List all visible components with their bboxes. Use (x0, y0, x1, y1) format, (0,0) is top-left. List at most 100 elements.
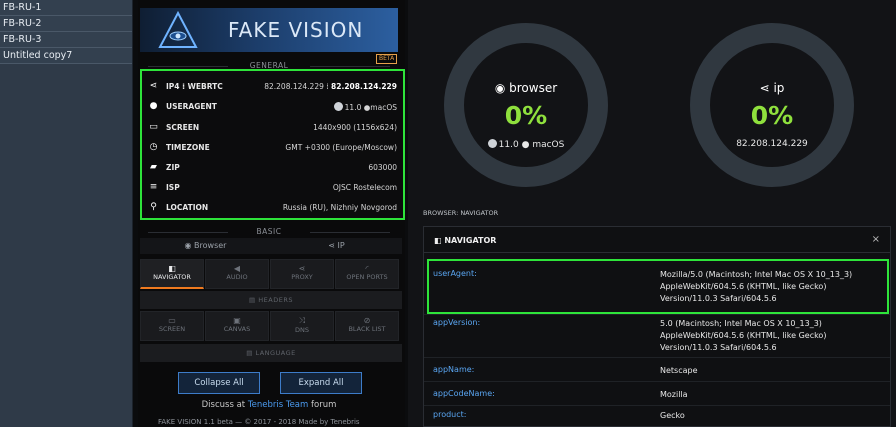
pin-icon: ⚲ (150, 202, 157, 212)
language-bar[interactable]: ▤ LANGUAGE (140, 344, 402, 362)
row-label: LOCATION (166, 203, 209, 212)
prop-value: Mozilla/5.0 (Macintosh; Intel Mac OS X 1… (660, 270, 853, 303)
info-panel: FAKE VISION BETA GENERAL ⋖ IP4 ⁞ WEBRTC … (138, 0, 405, 427)
safari-icon (487, 139, 497, 148)
truck-icon: ▰ (150, 162, 157, 172)
basic-section-title: BASIC (138, 227, 400, 236)
navigator-title: ◧ NAVIGATOR (434, 236, 497, 245)
ring-title: ⋖ ip (759, 81, 785, 95)
profile-item[interactable]: Untitled copy7 (0, 48, 132, 64)
share-icon: ⋖ (298, 264, 306, 273)
screen-icon: ▭ (149, 122, 158, 132)
browser-score-ring: ◉ browser 0% 11.0 ● macOS (444, 23, 608, 187)
collapse-all-button[interactable]: Collapse All (178, 372, 260, 394)
prop-key: product: (433, 410, 467, 419)
forum-link[interactable]: Tenebris Team (248, 400, 308, 410)
prop-value: 5.0 (Macintosh; Intel Mac OS X 10_13_3) … (660, 319, 827, 352)
language-icon: ▤ (246, 349, 253, 357)
row-value: OJSC Rostelecom (332, 183, 397, 192)
browser-details: 11.0 ● macOS (464, 139, 588, 150)
share-icon: ⋖ (759, 81, 770, 95)
discuss-text: Discuss at Tenebris Team forum (201, 400, 337, 410)
basic-tabs: ◉ Browser ⋖ IP (140, 238, 402, 254)
tab-navigator[interactable]: ◧ NAVIGATOR (140, 259, 204, 289)
prop-key: appVersion: (433, 318, 481, 327)
user-icon: ● (149, 101, 158, 111)
profile-item[interactable]: FB-RU-1 (0, 0, 132, 16)
general-info-box: ⋖ IP4 ⁞ WEBRTC 82.208.124.229 ⁞ 82.208.1… (140, 69, 405, 220)
row-label: USERAGENT (166, 102, 217, 111)
globe-icon: ◉ (184, 241, 192, 250)
row-label: ZIP (166, 163, 180, 172)
location-row: ⚲ LOCATION Russia (RU), Nizhniy Novgorod (142, 196, 403, 216)
close-icon[interactable]: × (872, 234, 880, 245)
navigator-panel: ◧ NAVIGATOR × userAgent: Mozilla/5.0 (Ma… (423, 226, 891, 427)
divider (424, 314, 890, 315)
ban-icon: ⊘ (363, 316, 371, 325)
row-value: 1440x900 (1156x624) (313, 123, 397, 132)
row-label: ISP (166, 183, 180, 192)
tab-open-ports[interactable]: ◜ OPEN PORTS (335, 259, 399, 289)
browser-percent: 0% (504, 101, 548, 130)
tab-black-list[interactable]: ⊘ BLACK LIST (335, 311, 399, 341)
row-label: TIMEZONE (166, 143, 210, 152)
tab-ip[interactable]: ⋖ IP (271, 238, 402, 254)
prop-key: appName: (433, 365, 475, 374)
share-icon: ⋖ (149, 81, 158, 91)
footer-text: FAKE VISION 1.1 beta — © 2017 - 2018 Mad… (158, 418, 360, 426)
safari-icon (333, 102, 343, 111)
row-value: 82.208.124.229 ⁞ 82.208.124.229 (264, 82, 397, 91)
rss-icon: ◜ (365, 264, 369, 273)
row-value: GMT +0300 (Europe/Moscow) (285, 143, 397, 152)
timezone-row: ◷ TIMEZONE GMT +0300 (Europe/Moscow) (142, 136, 403, 156)
app-root: FB-RU-1 FB-RU-2 FB-RU-3 Untitled copy7 F… (0, 0, 896, 427)
screen-icon: ▭ (168, 316, 176, 325)
profile-list: FB-RU-1 FB-RU-2 FB-RU-3 Untitled copy7 (0, 0, 133, 427)
tab-browser[interactable]: ◉ Browser (140, 238, 271, 254)
divider (424, 381, 890, 382)
zip-row: ▰ ZIP 603000 (142, 156, 403, 176)
ip-percent: 0% (750, 101, 794, 130)
profile-item[interactable]: FB-RU-2 (0, 16, 132, 32)
eye-triangle-logo-icon (158, 11, 198, 48)
ip-score-ring: ⋖ ip 0% 82.208.124.229 (690, 23, 854, 187)
globe-icon: ◉ (494, 81, 506, 95)
profile-item[interactable]: FB-RU-3 (0, 32, 132, 48)
image-icon: ▣ (233, 316, 241, 325)
speaker-icon: ◀ (233, 264, 241, 273)
section-label: BROWSER: NAVIGATOR (423, 209, 499, 217)
logo-banner: FAKE VISION (140, 8, 398, 52)
ring-title: ◉ browser (494, 81, 558, 95)
row-label: SCREEN (166, 123, 200, 132)
tab-dns[interactable]: ⤨ DNS (270, 311, 334, 341)
row-label: IP4 ⁞ WEBRTC (166, 82, 223, 91)
tab-audio[interactable]: ◀ AUDIO (205, 259, 269, 289)
prop-key: appCodeName: (433, 389, 495, 398)
navigator-header: ◧ NAVIGATOR × (424, 227, 890, 253)
tab-canvas[interactable]: ▣ CANVAS (205, 311, 269, 341)
tab-screen[interactable]: ▭ SCREEN (140, 311, 204, 341)
shuffle-icon: ⤨ (298, 316, 306, 325)
headers-icon: ▤ (249, 296, 256, 304)
tab-proxy[interactable]: ⋖ PROXY (270, 259, 334, 289)
apple-icon: ● (521, 140, 530, 150)
isp-row: ≡ ISP OJSC Rostelecom (142, 176, 403, 196)
prop-value: Netscape (660, 366, 698, 375)
expand-all-button[interactable]: Expand All (280, 372, 362, 394)
results-panel: ◉ browser 0% 11.0 ● macOS ⋖ ip 0% 82.208… (408, 0, 896, 427)
navigator-icon: ◧ (168, 264, 176, 273)
brand-name: FAKE VISION (228, 18, 364, 42)
useragent-row: ● USERAGENT 11.0 ●macOS (142, 95, 403, 115)
navigator-icon: ◧ (434, 236, 442, 245)
headers-bar[interactable]: ▤ HEADERS (140, 291, 402, 309)
action-area: Collapse All Expand All Discuss at Teneb… (138, 366, 405, 427)
row-value: 603000 (368, 163, 397, 172)
ip-address: 82.208.124.229 (736, 139, 808, 149)
row-value: 11.0 ●macOS (333, 102, 397, 112)
prop-value: Mozilla (660, 390, 688, 399)
prop-key: userAgent: (433, 269, 477, 278)
screen-row: ▭ SCREEN 1440x900 (1156x624) (142, 116, 403, 136)
divider (424, 405, 890, 406)
share-icon: ⋖ (328, 241, 335, 250)
divider (424, 357, 890, 358)
